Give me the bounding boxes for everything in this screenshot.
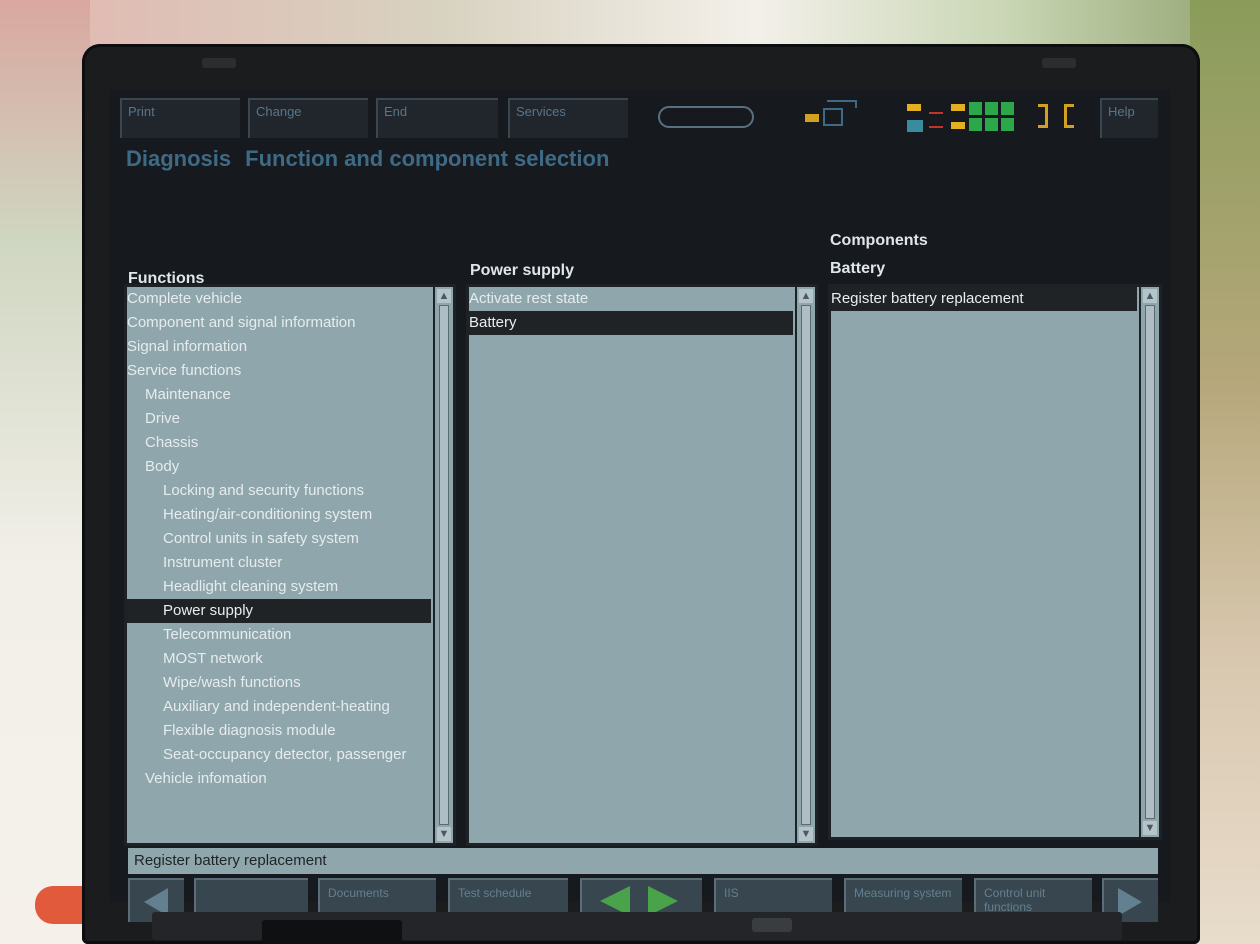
function-item[interactable]: Body <box>127 455 431 479</box>
function-item[interactable]: Service functions <box>127 359 431 383</box>
functions-panel: Complete vehicle Component and signal inf… <box>124 284 456 846</box>
end-button[interactable]: End <box>376 98 498 138</box>
scroll-up-icon[interactable]: ▲ <box>1143 289 1157 303</box>
function-item[interactable]: Control units in safety system <box>127 527 431 551</box>
function-item[interactable]: Wipe/wash functions <box>127 671 431 695</box>
power-supply-item[interactable]: Battery <box>469 311 793 335</box>
bracket-left-icon <box>1064 104 1074 128</box>
scroll-track[interactable] <box>439 305 449 825</box>
power-supply-panel: Activate rest state Battery ▲ ▼ <box>466 284 818 846</box>
function-item[interactable]: Chassis <box>127 431 431 455</box>
component-item[interactable]: Register battery replacement <box>831 287 1137 311</box>
scroll-down-icon[interactable]: ▼ <box>799 827 813 841</box>
power-supply-item[interactable]: Activate rest state <box>469 287 793 311</box>
connection-icon <box>805 100 865 132</box>
scroll-track[interactable] <box>801 305 811 825</box>
components-subheader: Battery <box>830 260 886 277</box>
scroll-down-icon[interactable]: ▼ <box>437 827 451 841</box>
power-supply-list: Activate rest state Battery <box>469 287 793 843</box>
diagnosis-screen: Print Change End Services Help Diagnosis… <box>110 90 1170 922</box>
functions-list: Complete vehicle Component and signal inf… <box>127 287 431 843</box>
help-button[interactable]: Help <box>1100 98 1158 138</box>
functions-scrollbar[interactable]: ▲ ▼ <box>433 287 453 843</box>
progress-indicator <box>658 106 754 128</box>
function-item[interactable]: Instrument cluster <box>127 551 431 575</box>
components-header: Components <box>830 232 928 249</box>
scroll-down-icon[interactable]: ▼ <box>1143 821 1157 835</box>
photo-background-left <box>0 0 90 944</box>
title-sub: Function and component selection <box>245 146 610 171</box>
function-item[interactable]: Auxiliary and independent-heating <box>127 695 431 719</box>
print-button[interactable]: Print <box>120 98 240 138</box>
power-supply-scrollbar[interactable]: ▲ ▼ <box>795 287 815 843</box>
function-item[interactable]: Power supply <box>127 599 431 623</box>
status-lights-icon <box>905 100 1020 136</box>
change-button[interactable]: Change <box>248 98 368 138</box>
function-item[interactable]: Vehicle infomation <box>127 767 431 791</box>
function-item[interactable]: Headlight cleaning system <box>127 575 431 599</box>
bezel-button <box>752 918 792 932</box>
components-list: Register battery replacement <box>831 287 1137 837</box>
function-item[interactable]: Heating/air-conditioning system <box>127 503 431 527</box>
scroll-up-icon[interactable]: ▲ <box>799 289 813 303</box>
bracket-right-icon <box>1038 104 1048 128</box>
photo-background-right <box>1190 0 1260 944</box>
power-supply-header: Power supply <box>470 262 575 279</box>
arrow-right-icon <box>1118 888 1142 916</box>
function-item[interactable]: Flexible diagnosis module <box>127 719 431 743</box>
function-item[interactable]: Maintenance <box>127 383 431 407</box>
components-scrollbar[interactable]: ▲ ▼ <box>1139 287 1159 837</box>
function-item[interactable]: Signal information <box>127 335 431 359</box>
status-bar: Register battery replacement <box>128 848 1158 874</box>
page-title: Diagnosis Function and component selectio… <box>126 146 609 172</box>
function-item[interactable]: Telecommunication <box>127 623 431 647</box>
function-item[interactable]: Drive <box>127 407 431 431</box>
components-panel: Register battery replacement ▲ ▼ <box>828 284 1162 840</box>
scroll-up-icon[interactable]: ▲ <box>437 289 451 303</box>
function-item[interactable]: Seat-occupancy detector, passenger <box>127 743 431 767</box>
function-item[interactable]: Locking and security functions <box>127 479 431 503</box>
laptop-bezel: Print Change End Services Help Diagnosis… <box>82 44 1200 944</box>
lid-latch <box>262 920 402 944</box>
function-item[interactable]: Complete vehicle <box>127 287 431 311</box>
services-button[interactable]: Services <box>508 98 628 138</box>
function-item[interactable]: Component and signal information <box>127 311 431 335</box>
bezel-latch-right <box>1042 58 1076 68</box>
title-main: Diagnosis <box>126 146 232 171</box>
scroll-track[interactable] <box>1145 305 1155 819</box>
bezel-latch-left <box>202 58 236 68</box>
function-item[interactable]: MOST network <box>127 647 431 671</box>
